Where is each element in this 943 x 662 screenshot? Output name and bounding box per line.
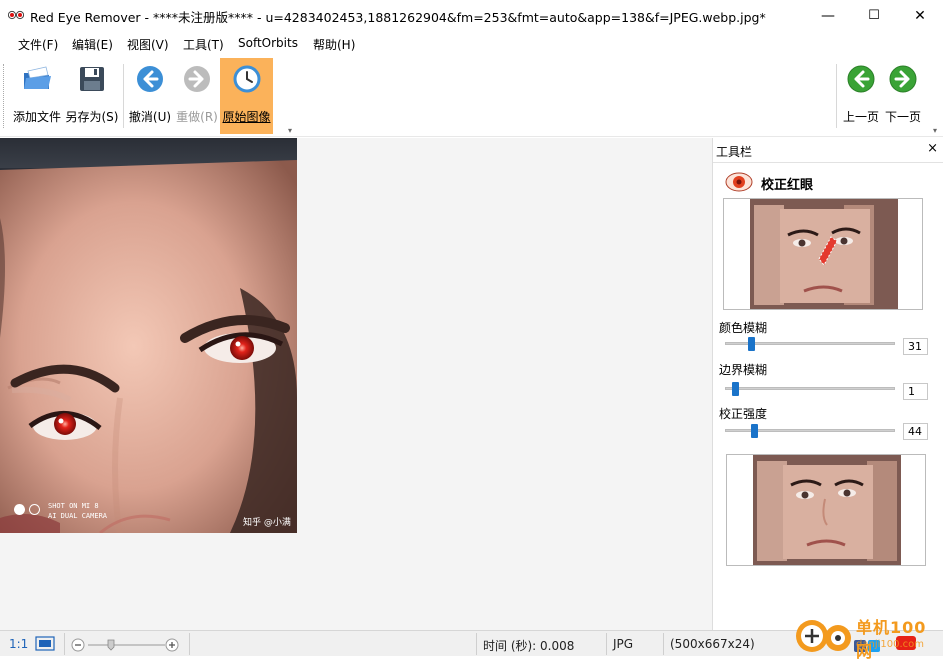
photo-credit: 知乎 @小满 [243, 518, 291, 528]
processing-time: 时间 (秒): 0.008 [483, 639, 575, 653]
toolbar: 添加文件 另存为(S) 撤消(U) 重做(R) 原始图像 ▾ 上一页 下一页 ▾ [0, 56, 943, 137]
toolbar-divider [123, 64, 124, 128]
color-blur-label: 颜色模糊 [719, 321, 768, 335]
edited-photo[interactable]: SHOT ON MI 8 AI DUAL CAMERA 知乎 @小满 [0, 138, 297, 533]
menu-tools[interactable]: 工具(T) [183, 36, 224, 53]
floppy-disk-icon [80, 67, 104, 91]
maximize-button[interactable]: ☐ [851, 0, 897, 31]
clock-icon [233, 65, 260, 93]
panel-title: 工具栏 [716, 145, 753, 159]
original-image-label: 原始图像 [222, 110, 271, 124]
status-divider [663, 633, 664, 655]
arrow-left-icon [137, 66, 163, 92]
tool-panel: 工具栏 × 校正红眼 颜色模糊 31 边界模糊 1 校正强度 44 [712, 138, 943, 630]
preview-before-image [724, 199, 922, 309]
tool-title: 校正红眼 [761, 178, 814, 193]
portrait-image [0, 138, 297, 533]
next-page-button[interactable]: 下一页 [882, 58, 924, 134]
color-blur-thumb[interactable] [747, 337, 755, 351]
status-divider [189, 633, 190, 655]
panel-close-button[interactable]: × [927, 141, 938, 156]
save-as-button[interactable]: 另存为(S) [64, 58, 120, 134]
menu-view[interactable]: 视图(V) [127, 36, 169, 53]
close-button[interactable]: ✕ [897, 0, 943, 31]
preview-before[interactable] [723, 198, 923, 310]
watermark-text: 单机100网 [856, 618, 927, 661]
menu-softorbits[interactable]: SoftOrbits [238, 36, 298, 50]
toolbar-overflow-icon[interactable]: ▾ [288, 126, 292, 135]
add-file-button[interactable]: 添加文件 [10, 58, 64, 134]
zoom-slider[interactable] [71, 638, 181, 652]
watermark-domain: danji100.com [856, 639, 924, 650]
menu-file[interactable]: 文件(F) [18, 36, 58, 53]
camera-logo-ring-icon [29, 504, 40, 515]
color-blur-value[interactable]: 31 [903, 338, 928, 355]
image-format: JPG [613, 637, 634, 651]
add-file-label: 添加文件 [12, 110, 61, 124]
minimize-button[interactable]: — [805, 0, 851, 31]
nav-overflow-icon[interactable]: ▾ [933, 126, 937, 135]
status-divider [606, 633, 607, 655]
correction-strength-value[interactable]: 44 [903, 423, 928, 440]
photo-caption-line1: SHOT ON MI 8 [48, 502, 99, 510]
redo-button[interactable]: 重做(R) [174, 58, 220, 134]
menu-help[interactable]: 帮助(H) [313, 36, 355, 53]
window-title: Red Eye Remover - ****未注册版**** - u=42834… [30, 10, 766, 25]
redo-label: 重做(R) [176, 110, 218, 124]
red-eyes-app-icon [8, 10, 24, 20]
save-as-label: 另存为(S) [65, 110, 119, 124]
photo-caption: SHOT ON MI 8 AI DUAL CAMERA [48, 501, 107, 521]
site-watermark: 单机100网 danji100.com [792, 612, 943, 661]
menu-bar: 文件(F) 编辑(E) 视图(V) 工具(T) SoftOrbits 帮助(H) [0, 31, 943, 56]
edge-blur-label: 边界模糊 [719, 363, 768, 377]
preview-after-image [727, 455, 925, 565]
green-arrow-right-icon [889, 65, 917, 93]
status-divider [476, 633, 477, 655]
photo-caption-line2: AI DUAL CAMERA [48, 512, 108, 520]
image-dimensions: (500x667x24) [670, 637, 755, 651]
image-canvas[interactable]: SHOT ON MI 8 AI DUAL CAMERA 知乎 @小满 [0, 138, 712, 630]
arrow-right-icon [184, 66, 210, 92]
edge-blur-value[interactable]: 1 [903, 383, 928, 400]
red-eye-icon [725, 172, 753, 192]
edge-blur-thumb[interactable] [732, 382, 740, 396]
prev-page-label: 上一页 [842, 110, 879, 124]
open-folder-icon [24, 66, 51, 89]
camera-logo-icon [14, 504, 25, 515]
prev-page-button[interactable]: 上一页 [840, 58, 882, 134]
correction-strength-label: 校正强度 [719, 407, 768, 421]
original-image-button[interactable]: 原始图像 [220, 58, 273, 134]
toolbar-grip[interactable] [3, 64, 6, 128]
panel-header: 工具栏 × [713, 138, 943, 163]
actual-size-button[interactable]: 1:1 [9, 637, 28, 651]
undo-button[interactable]: 撤消(U) [126, 58, 174, 134]
status-divider [64, 633, 65, 655]
fit-window-icon[interactable] [35, 636, 55, 651]
next-page-label: 下一页 [884, 110, 921, 124]
correction-strength-thumb[interactable] [750, 424, 758, 438]
undo-label: 撤消(U) [128, 110, 172, 124]
nav-divider [836, 64, 837, 128]
title-bar: Red Eye Remover - ****未注册版**** - u=42834… [0, 0, 943, 31]
preview-after[interactable] [726, 454, 926, 566]
edge-blur-slider[interactable] [725, 387, 895, 390]
green-arrow-left-icon [847, 65, 875, 93]
menu-edit[interactable]: 编辑(E) [72, 36, 113, 53]
